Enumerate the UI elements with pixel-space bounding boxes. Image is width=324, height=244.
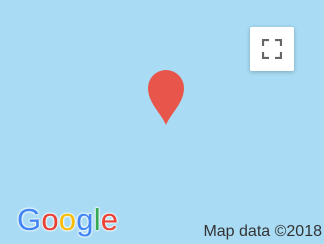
logo-letter: o (41, 202, 59, 237)
logo-letter: e (100, 202, 119, 237)
logo-letter: G (17, 202, 42, 237)
logo-letter: o (58, 202, 77, 237)
fullscreen-icon (262, 39, 282, 59)
map-attribution: Map data ©2018 (203, 223, 322, 240)
logo-letter: g (76, 202, 94, 237)
logo-letter: l (93, 202, 101, 237)
fullscreen-button[interactable] (250, 27, 294, 71)
map-canvas[interactable]: Google Map data ©2018 (0, 0, 324, 244)
map-pin-icon[interactable] (146, 68, 186, 126)
google-logo[interactable]: Google (17, 204, 118, 235)
